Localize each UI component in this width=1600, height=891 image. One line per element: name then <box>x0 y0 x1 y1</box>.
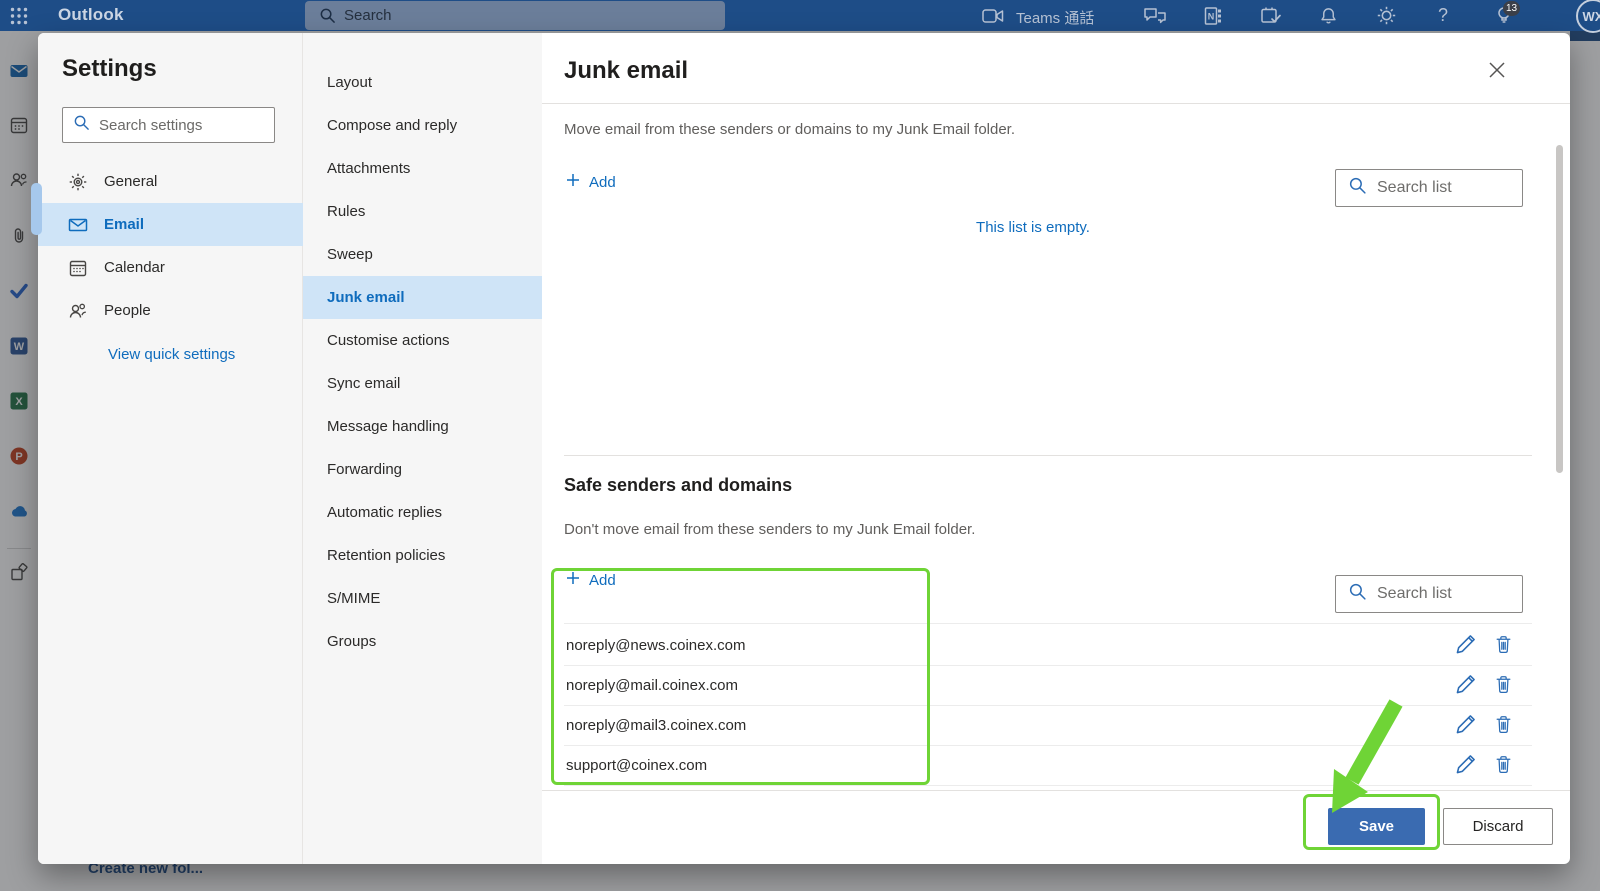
safe-sender-row: noreply@news.coinex.com <box>566 625 1326 665</box>
app-launcher-waffle-icon[interactable] <box>8 0 30 31</box>
edit-pencil-icon[interactable] <box>1455 713 1479 737</box>
safe-sender-row: noreply@mail3.coinex.com <box>566 705 1326 745</box>
safe-sender-address: noreply@news.coinex.com <box>566 637 745 654</box>
panel-scrollbar-thumb[interactable] <box>1556 145 1563 473</box>
email-nav-junk-email[interactable]: Junk email <box>303 276 542 319</box>
email-settings-nav: Layout Compose and reply Attachments Rul… <box>303 33 542 864</box>
safe-sender-address: noreply@mail3.coinex.com <box>566 717 746 734</box>
account-avatar[interactable]: WX <box>1576 0 1600 33</box>
outlook-settings-screen: Create new fol... W X P <box>0 0 1600 891</box>
delete-trash-icon[interactable] <box>1494 714 1518 738</box>
email-nav-attachments[interactable]: Attachments <box>303 147 542 190</box>
teams-call-label[interactable]: Teams 通話 <box>1016 7 1094 28</box>
email-nav-customise-actions[interactable]: Customise actions <box>303 319 542 362</box>
plus-icon <box>566 571 580 590</box>
settings-gear-icon[interactable] <box>1374 0 1398 31</box>
settings-nav-email[interactable]: Email <box>38 203 303 246</box>
settings-search-input[interactable] <box>99 117 259 134</box>
help-question-icon[interactable]: ? <box>1432 0 1454 31</box>
delete-trash-icon[interactable] <box>1494 754 1518 778</box>
svg-text:N: N <box>1208 11 1215 21</box>
blocked-search-list-box[interactable] <box>1335 169 1523 207</box>
email-nav-automatic-replies[interactable]: Automatic replies <box>303 491 542 534</box>
edit-pencil-icon[interactable] <box>1455 673 1479 697</box>
email-nav-sync-email[interactable]: Sync email <box>303 362 542 405</box>
save-button[interactable]: Save <box>1328 808 1425 845</box>
edit-pencil-icon[interactable] <box>1455 633 1479 657</box>
row-separator <box>564 785 1532 786</box>
delete-trash-icon[interactable] <box>1494 674 1518 698</box>
settings-nav-label: Calendar <box>104 259 165 276</box>
tasks-calendar-check-icon[interactable] <box>1257 0 1285 31</box>
outlook-wordmark: Outlook <box>58 5 124 25</box>
view-quick-settings-link[interactable]: View quick settings <box>108 346 235 363</box>
blocked-add-button[interactable]: Add <box>566 173 616 192</box>
search-icon <box>1348 582 1367 606</box>
safe-senders-heading: Safe senders and domains <box>564 475 792 496</box>
safe-search-list-input[interactable] <box>1377 585 1497 603</box>
settings-nav-people[interactable]: People <box>38 289 303 332</box>
blocked-senders-description: Move email from these senders or domains… <box>564 121 1015 138</box>
safe-senders-description: Don't move email from these senders to m… <box>564 521 975 538</box>
tips-count-badge: 13 <box>1503 1 1520 16</box>
email-nav-groups[interactable]: Groups <box>303 620 542 663</box>
title-divider <box>542 103 1570 104</box>
settings-nav-label: People <box>104 302 151 319</box>
global-search-box[interactable] <box>305 1 725 30</box>
row-separator <box>564 623 1532 624</box>
email-nav-compose-and-reply[interactable]: Compose and reply <box>303 104 542 147</box>
settings-search-box[interactable] <box>62 107 275 143</box>
people-icon <box>68 301 88 321</box>
settings-nav-label: Email <box>104 216 144 233</box>
notifications-bell-icon[interactable] <box>1316 0 1340 31</box>
blocked-empty-text: This list is empty. <box>918 219 1148 236</box>
envelope-icon <box>68 215 88 235</box>
section-divider <box>564 455 1532 456</box>
settings-nav-calendar[interactable]: Calendar <box>38 246 303 289</box>
calendar-icon <box>68 258 88 278</box>
safe-sender-address: noreply@mail.coinex.com <box>566 677 738 694</box>
close-icon[interactable] <box>1486 59 1512 85</box>
email-nav-sweep[interactable]: Sweep <box>303 233 542 276</box>
email-nav-layout[interactable]: Layout <box>303 61 542 104</box>
safe-search-list-box[interactable] <box>1335 575 1523 613</box>
global-search-input[interactable] <box>344 7 674 24</box>
blocked-search-list-input[interactable] <box>1377 179 1497 197</box>
search-icon <box>73 114 90 136</box>
safe-sender-row: support@coinex.com <box>566 745 1326 785</box>
settings-panel: Settings General Email <box>38 33 303 864</box>
email-nav-smime[interactable]: S/MIME <box>303 577 542 620</box>
junk-email-title: Junk email <box>564 57 688 85</box>
settings-nav-general[interactable]: General <box>38 160 303 203</box>
plus-icon <box>566 173 580 192</box>
email-nav-retention-policies[interactable]: Retention policies <box>303 534 542 577</box>
delete-trash-icon[interactable] <box>1494 634 1518 658</box>
email-nav-message-handling[interactable]: Message handling <box>303 405 542 448</box>
suite-header: Outlook Teams 通話 N ? 13 <box>0 0 1600 31</box>
safe-sender-address: support@coinex.com <box>566 757 707 774</box>
settings-dialog: Settings General Email <box>38 33 1570 864</box>
gear-icon <box>68 172 88 192</box>
onenote-feed-icon[interactable]: N <box>1200 0 1226 31</box>
search-icon <box>319 7 336 24</box>
chat-icon[interactable] <box>1142 0 1168 31</box>
search-icon <box>1348 176 1367 200</box>
settings-title: Settings <box>62 55 157 83</box>
settings-nav-scrollbar[interactable] <box>31 183 42 235</box>
footer-divider <box>542 790 1570 791</box>
discard-button[interactable]: Discard <box>1443 808 1553 845</box>
email-nav-rules[interactable]: Rules <box>303 190 542 233</box>
safe-sender-row: noreply@mail.coinex.com <box>566 665 1326 705</box>
email-nav-forwarding[interactable]: Forwarding <box>303 448 542 491</box>
edit-pencil-icon[interactable] <box>1455 753 1479 777</box>
safe-add-button[interactable]: Add <box>566 571 616 590</box>
meet-now-camera-icon[interactable] <box>980 0 1006 31</box>
settings-nav-label: General <box>104 173 157 190</box>
